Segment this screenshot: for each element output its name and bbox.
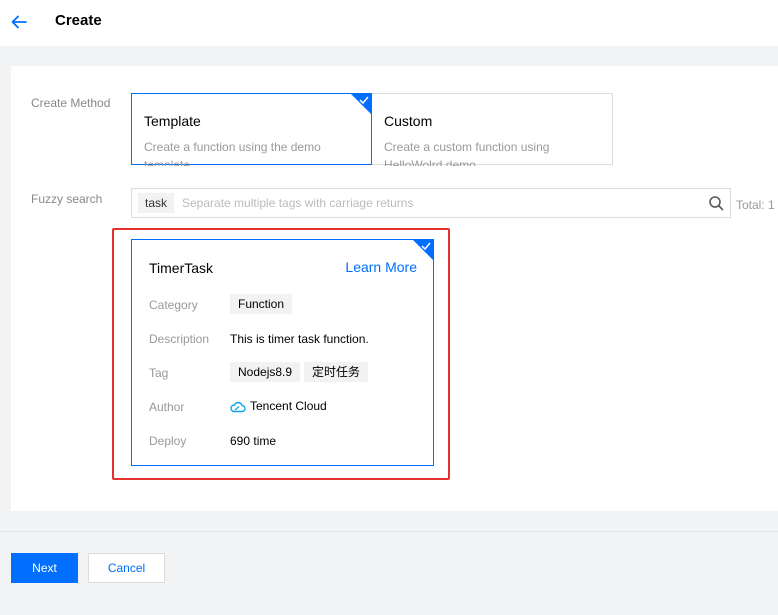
method-template-desc: Create a function using the demo templat… — [144, 140, 321, 166]
selected-check-icon — [413, 240, 433, 260]
author-name: Tencent Cloud — [250, 399, 327, 413]
deploy-label: Deploy — [149, 434, 187, 448]
author-value: Tencent Cloud — [230, 399, 327, 413]
learn-more-link[interactable]: Learn More — [345, 259, 417, 275]
page-title: Create — [55, 12, 102, 29]
method-template-title: Template — [144, 113, 201, 129]
method-custom-desc: Create a custom function using HelloWolr… — [384, 140, 550, 166]
category-label: Category — [149, 298, 198, 312]
deploy-count: 690 time — [230, 434, 277, 448]
search-input[interactable] — [182, 193, 682, 213]
tag-list: Nodejs8.9 定时任务 — [230, 362, 372, 382]
tag-search-box[interactable]: task — [131, 188, 731, 218]
arrow-left-icon[interactable] — [9, 12, 29, 32]
tag-chip: Nodejs8.9 — [230, 362, 301, 382]
method-template-option[interactable]: Template Create a function using the dem… — [131, 93, 372, 166]
description-label: Description — [149, 332, 210, 346]
method-custom-option[interactable]: Custom Create a custom function using He… — [372, 93, 613, 166]
page-header: Create — [0, 0, 778, 46]
method-custom-title: Custom — [384, 113, 433, 129]
create-form-panel: Create Method Template Create a function… — [11, 66, 778, 511]
search-icon[interactable] — [708, 195, 724, 211]
author-label: Author — [149, 400, 185, 414]
fuzzy-search-label: Fuzzy search — [31, 192, 103, 206]
search-tag-chip[interactable]: task — [138, 193, 175, 213]
next-button[interactable]: Next — [11, 553, 78, 583]
tag-chip: 定时任务 — [304, 362, 369, 382]
tencent-cloud-icon — [230, 401, 246, 413]
template-card-title: TimerTask — [149, 260, 214, 276]
tag-label: Tag — [149, 366, 169, 380]
total-count: Total: 1 — [736, 198, 775, 212]
create-method-label: Create Method — [31, 96, 111, 110]
cancel-button[interactable]: Cancel — [88, 553, 165, 583]
description-value: This is timer task function. — [230, 332, 369, 346]
footer-bar: Next Cancel — [0, 531, 778, 615]
selected-check-icon — [351, 94, 371, 114]
category-chip: Function — [230, 294, 293, 314]
template-card-timertask[interactable]: TimerTask Learn More Category Function D… — [131, 239, 434, 466]
category-value: Function — [230, 294, 296, 314]
